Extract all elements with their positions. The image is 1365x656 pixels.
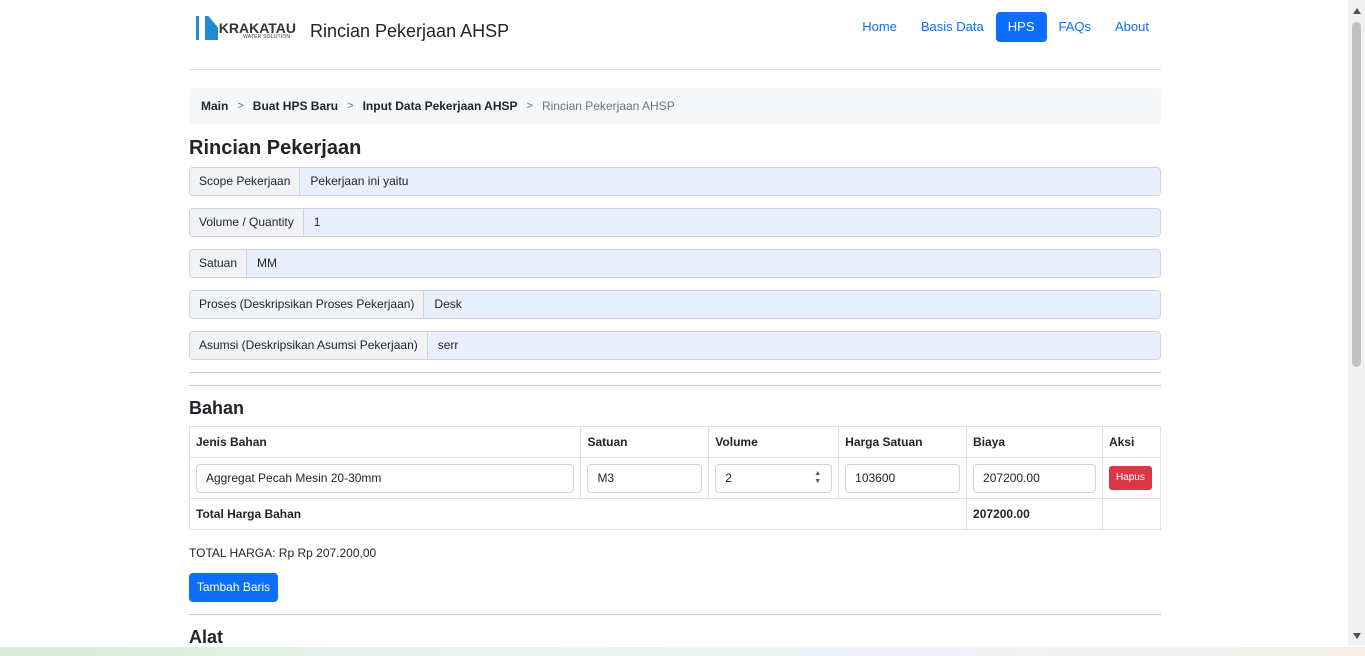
scope-field: Scope Pekerjaan Pekerjaan ini yaitu: [189, 167, 1161, 196]
bottom-strip: [0, 647, 1365, 656]
asumsi-input[interactable]: serr: [427, 332, 1160, 359]
tambah-baris-button[interactable]: Tambah Baris: [189, 573, 278, 602]
col-satuan: Satuan: [580, 426, 710, 458]
col-biaya: Biaya: [966, 426, 1103, 458]
brand[interactable]: KRAKATAU WATER SOLUTION Rincian Pekerjaa…: [196, 13, 509, 42]
scroll-thumb[interactable]: [1352, 22, 1361, 367]
breadcrumb-input-data[interactable]: Input Data Pekerjaan AHSP: [363, 99, 518, 113]
satuan-input[interactable]: M3: [587, 463, 703, 493]
table-row: Aggregat Pecah Mesin 20-30mm M3 2 ▲ ▼ 103…: [188, 457, 1162, 499]
harga-satuan-input[interactable]: 103600: [845, 463, 961, 493]
breadcrumb-main[interactable]: Main: [201, 99, 228, 113]
navbar: KRAKATAU WATER SOLUTION Rincian Pekerjaa…: [189, 0, 1161, 70]
scope-label: Scope Pekerjaan: [190, 168, 301, 195]
nav-basis-data[interactable]: Basis Data: [909, 12, 996, 42]
logo-k-icon: [196, 15, 218, 40]
divider: [189, 385, 1161, 386]
divider: [189, 614, 1161, 615]
nav-about[interactable]: About: [1103, 12, 1161, 42]
volume-value: 2: [725, 470, 732, 485]
hapus-button[interactable]: Hapus: [1108, 466, 1152, 490]
jenis-bahan-input[interactable]: Aggregat Pecah Mesin 20-30mm: [196, 463, 575, 493]
vertical-scrollbar[interactable]: [1348, 0, 1365, 645]
nav-home[interactable]: Home: [850, 12, 909, 42]
chevron-right-icon: >: [347, 100, 354, 112]
nav-faqs[interactable]: FAQs: [1047, 12, 1104, 42]
breadcrumb-current: Rincian Pekerjaan AHSP: [541, 99, 675, 113]
chevron-right-icon: >: [526, 100, 533, 112]
breadcrumb-buat-hps[interactable]: Buat HPS Baru: [253, 99, 338, 113]
app-title: Rincian Pekerjaan AHSP: [310, 21, 510, 41]
total-label: Total Harga Bahan: [188, 498, 968, 530]
breadcrumb: Main > Buat HPS Baru > Input Data Pekerj…: [189, 88, 1161, 124]
volume-input[interactable]: 1: [303, 209, 1160, 236]
volume-field: Volume / Quantity 1: [189, 208, 1161, 237]
krakatau-logo[interactable]: KRAKATAU WATER SOLUTION: [196, 15, 296, 40]
table-header-row: Jenis Bahan Satuan Volume Harga Satuan B…: [188, 426, 1162, 458]
scroll-up-icon[interactable]: [1353, 8, 1361, 14]
rincian-heading: Rincian Pekerjaan: [189, 137, 362, 159]
main-nav: Home Basis Data HPS FAQs About: [850, 12, 1161, 42]
proses-field: Proses (Deskripsikan Proses Pekerjaan) D…: [189, 290, 1161, 319]
col-aksi: Aksi: [1101, 426, 1162, 458]
satuan-input[interactable]: MM: [247, 250, 1160, 277]
page-container: KRAKATAU WATER SOLUTION Rincian Pekerjaa…: [188, 0, 1162, 647]
alat-heading: Alat: [189, 627, 224, 647]
volume-number-input[interactable]: 2 ▲ ▼: [715, 463, 833, 493]
bahan-heading: Bahan: [189, 398, 245, 418]
volume-label: Volume / Quantity: [190, 209, 304, 236]
col-harga-satuan: Harga Satuan: [838, 426, 968, 458]
nav-hps[interactable]: HPS: [995, 12, 1047, 42]
bahan-table: Jenis Bahan Satuan Volume Harga Satuan B…: [188, 426, 1162, 530]
proses-input[interactable]: Desk: [424, 291, 1160, 318]
col-jenis-bahan: Jenis Bahan: [188, 426, 582, 458]
logo-subtext: WATER SOLUTION: [243, 33, 291, 40]
proses-label: Proses (Deskripsikan Proses Pekerjaan): [190, 291, 425, 318]
asumsi-label: Asumsi (Deskripsikan Asumsi Pekerjaan): [190, 332, 428, 359]
total-value: 207200.00: [966, 498, 1103, 530]
spinner-icon[interactable]: ▲ ▼: [814, 470, 821, 486]
col-volume: Volume: [708, 426, 840, 458]
total-harga-text: TOTAL HARGA: Rp Rp 207.200,00: [189, 546, 377, 560]
asumsi-field: Asumsi (Deskripsikan Asumsi Pekerjaan) s…: [189, 331, 1161, 360]
biaya-input[interactable]: 207200.00: [973, 463, 1096, 493]
chevron-right-icon: >: [237, 100, 244, 112]
divider: [189, 372, 1161, 373]
satuan-label: Satuan: [190, 250, 248, 277]
scroll-down-icon[interactable]: [1353, 633, 1361, 639]
scope-input[interactable]: Pekerjaan ini yaitu: [300, 168, 1160, 195]
satuan-field: Satuan MM: [189, 249, 1161, 278]
total-row: Total Harga Bahan 207200.00: [188, 498, 1162, 530]
